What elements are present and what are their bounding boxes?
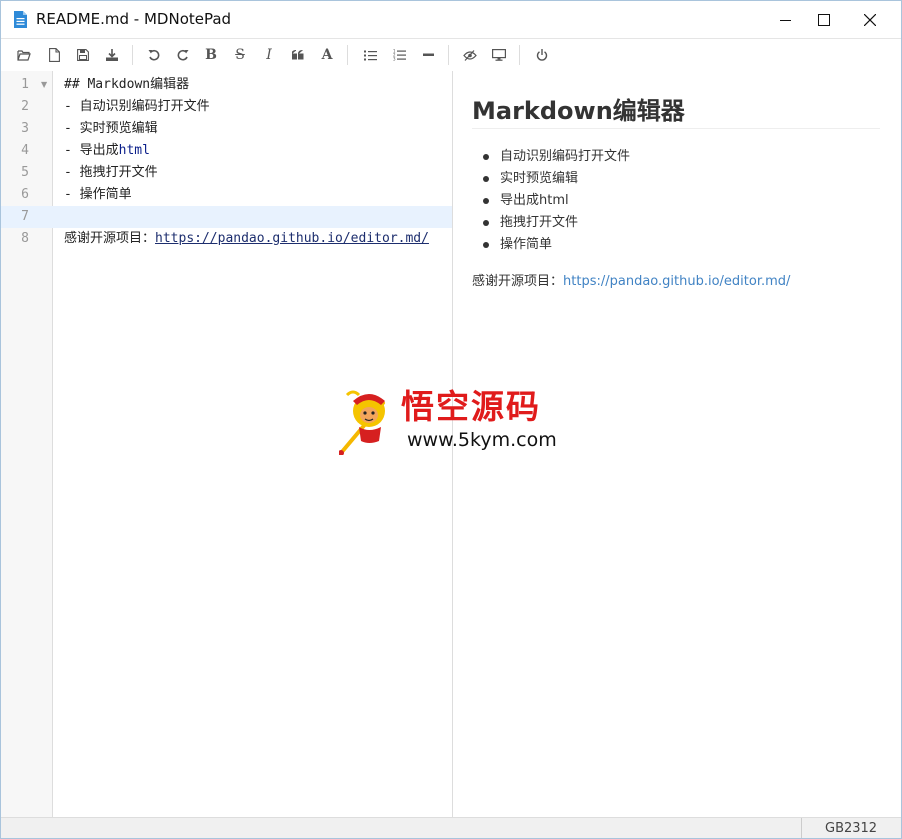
editor-line[interactable]: 8 感谢开源项目：https://pandao.github.io/editor… xyxy=(1,228,452,250)
toolbar-divider xyxy=(448,45,449,65)
uppercase-button[interactable]: A xyxy=(315,43,339,67)
list-ul-icon xyxy=(363,50,377,60)
line-number: 5 xyxy=(21,165,29,180)
list-item: 导出成html xyxy=(480,190,630,212)
editor-line-active[interactable]: 7 xyxy=(1,206,452,228)
preview-list: 自动识别编码打开文件 实时预览编辑 导出成html 拖拽打开文件 操作简单 xyxy=(480,146,630,256)
line-number: 6 xyxy=(21,187,29,202)
editor-line[interactable]: 2 - 自动识别编码打开文件 xyxy=(1,96,452,118)
new-file-icon xyxy=(48,48,60,62)
italic-label: I xyxy=(266,47,272,63)
save-button[interactable] xyxy=(71,43,95,67)
preview-thanks: 感谢开源项目：https://pandao.github.io/editor.m… xyxy=(472,271,790,293)
thanks-text: 感谢开源项目： xyxy=(472,274,564,289)
window-title: README.md - MDNotePad xyxy=(36,10,232,28)
bold-button[interactable]: B xyxy=(199,43,223,67)
minimize-icon xyxy=(780,19,791,21)
line-content: - 导出成html xyxy=(64,140,150,162)
bold-label: B xyxy=(205,47,217,63)
preview-heading: Markdown编辑器 xyxy=(472,97,685,125)
minus-icon xyxy=(422,53,434,56)
line-number: 8 xyxy=(21,231,29,246)
quote-button[interactable] xyxy=(286,43,310,67)
line-number: 7 xyxy=(21,209,29,224)
heading-divider xyxy=(472,128,880,129)
close-button[interactable] xyxy=(847,1,893,38)
line-content: ## Markdown编辑器 xyxy=(64,77,190,92)
uppercase-label: A xyxy=(321,47,333,63)
preview-link[interactable]: https://pandao.github.io/editor.md/ xyxy=(563,274,790,289)
new-file-button[interactable] xyxy=(42,43,66,67)
encoding-indicator[interactable]: GB2312 xyxy=(825,820,877,837)
line-content: - 自动识别编码打开文件 xyxy=(64,99,210,114)
toolbar: B S I A 123 xyxy=(1,38,901,72)
redo-button[interactable] xyxy=(171,43,195,67)
unordered-list-button[interactable] xyxy=(358,43,382,67)
line-text: 感谢开源项目： xyxy=(64,231,156,246)
toolbar-divider xyxy=(347,45,348,65)
ordered-list-button[interactable]: 123 xyxy=(387,43,411,67)
editor-line[interactable]: 5 - 拖拽打开文件 xyxy=(1,162,452,184)
toolbar-divider xyxy=(519,45,520,65)
line-number: 2 xyxy=(21,99,29,114)
editor-line[interactable]: 6 - 操作简单 xyxy=(1,184,452,206)
horizontal-rule-button[interactable] xyxy=(416,43,440,67)
list-ol-icon: 123 xyxy=(393,49,406,61)
watermark-url: www.5kym.com xyxy=(407,429,557,451)
undo-icon xyxy=(148,49,160,61)
line-number: 1 xyxy=(21,77,29,92)
eye-slash-icon xyxy=(463,49,477,61)
full-screen-preview-button[interactable] xyxy=(487,43,511,67)
editor-line[interactable]: 1 ▼ ## Markdown编辑器 xyxy=(1,74,452,96)
list-item: 实时预览编辑 xyxy=(480,168,630,190)
exit-button[interactable] xyxy=(530,43,554,67)
strikethrough-label: S xyxy=(235,47,245,63)
monkey-king-logo xyxy=(339,390,385,455)
maximize-button[interactable] xyxy=(801,1,847,38)
editor-line[interactable]: 4 - 导出成html xyxy=(1,140,452,162)
line-content: - 实时预览编辑 xyxy=(64,121,158,136)
status-bar: GB2312 xyxy=(1,817,901,838)
redo-icon xyxy=(177,49,189,61)
list-item: 操作简单 xyxy=(480,234,630,256)
export-button[interactable] xyxy=(100,43,124,67)
open-file-button[interactable] xyxy=(12,43,36,67)
title-bar[interactable]: README.md - MDNotePad xyxy=(1,1,901,38)
desktop-icon xyxy=(492,49,506,61)
line-text: - 导出成 xyxy=(64,143,119,158)
line-number: 4 xyxy=(21,143,29,158)
quote-icon xyxy=(292,50,304,60)
save-icon xyxy=(77,49,89,61)
toolbar-divider xyxy=(132,45,133,65)
watermark-title: 悟空源码 xyxy=(401,387,541,426)
document-icon xyxy=(14,11,27,28)
status-divider xyxy=(801,818,802,838)
italic-button[interactable]: I xyxy=(257,43,281,67)
editor-line[interactable]: 3 - 实时预览编辑 xyxy=(1,118,452,140)
strikethrough-button[interactable]: S xyxy=(228,43,252,67)
undo-button[interactable] xyxy=(142,43,166,67)
line-content: - 操作简单 xyxy=(64,187,132,202)
power-icon xyxy=(536,49,548,61)
watermark: 悟空源码 www.5kym.com xyxy=(339,385,574,457)
html-keyword: html xyxy=(118,143,150,158)
folder-open-icon xyxy=(17,50,31,61)
close-icon xyxy=(864,13,876,26)
svg-text:3: 3 xyxy=(393,57,396,62)
app-window: README.md - MDNotePad B S I A 1 2 3 1 ▼ … xyxy=(0,0,902,839)
fold-arrow-icon[interactable]: ▼ xyxy=(41,74,47,96)
list-item: 自动识别编码打开文件 xyxy=(480,146,630,168)
download-icon xyxy=(106,49,118,61)
line-content: - 拖拽打开文件 xyxy=(64,165,158,180)
toggle-preview-button[interactable] xyxy=(458,43,482,67)
line-content: 感谢开源项目：https://pandao.github.io/editor.m… xyxy=(64,228,429,250)
editor-url[interactable]: https://pandao.github.io/editor.md/ xyxy=(155,231,429,246)
maximize-icon xyxy=(818,13,830,26)
line-number: 3 xyxy=(21,121,29,136)
list-item: 拖拽打开文件 xyxy=(480,212,630,234)
